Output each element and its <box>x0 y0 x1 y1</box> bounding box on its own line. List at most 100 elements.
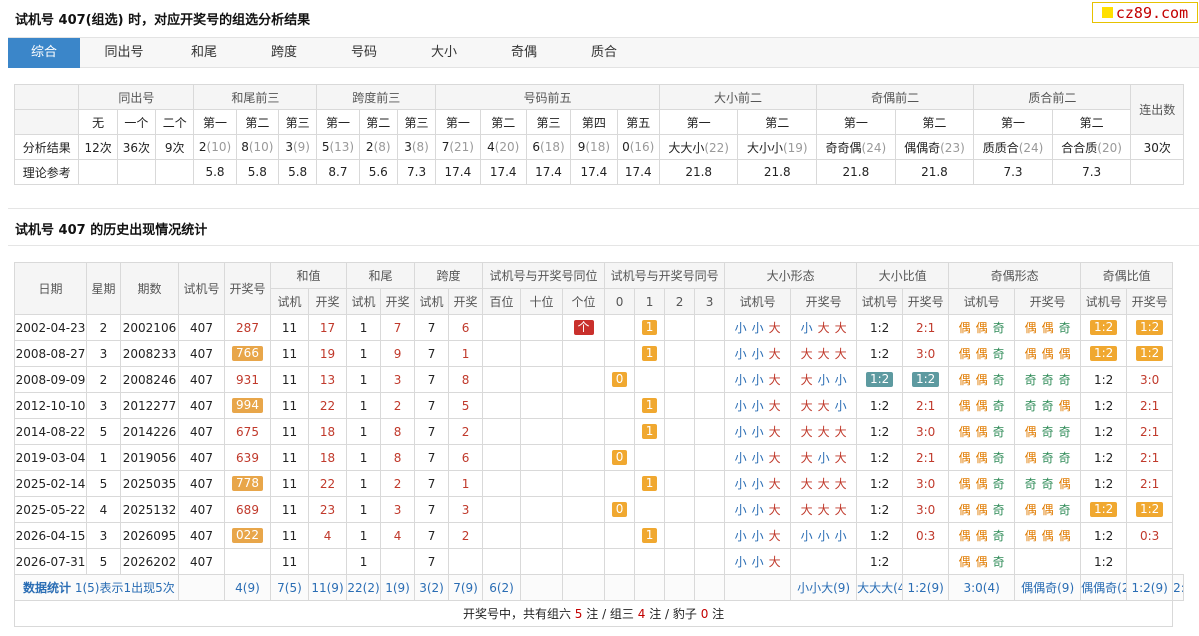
tab-7[interactable]: 质合 <box>568 38 640 68</box>
same-position-cell <box>482 496 522 523</box>
span-trial-cell: 7 <box>414 418 450 445</box>
sum-trial-cell: 11 <box>270 444 309 471</box>
sum-trial-cell: 11 <box>270 418 309 445</box>
result-count: (13) <box>329 140 355 154</box>
sum-trial-cell: 11 <box>270 392 309 419</box>
parity-ratio-trial: 1:2 <box>1080 470 1128 497</box>
result-value: 36次 <box>122 140 151 155</box>
theory-cell <box>116 159 157 185</box>
size-shape-draw: 大大小 <box>790 392 858 419</box>
same-number-cell: 1 <box>634 470 666 497</box>
sum-trial-cell: 11 <box>270 522 309 549</box>
size-shape-trial-char: 小 <box>734 555 747 569</box>
parity-shape-draw-char: 偶 <box>1041 347 1054 361</box>
parity-shape-draw: 偶偶偶 <box>1014 522 1082 549</box>
parity-shape-trial: 偶偶奇 <box>948 548 1016 575</box>
same-number-cell <box>694 548 726 575</box>
parity-shape-draw <box>1014 548 1082 575</box>
same-number-cell <box>634 444 666 471</box>
parity-ratio-draw-value: 2:1 <box>1139 450 1160 465</box>
sub-header: 开奖 <box>307 288 348 315</box>
parity-shape-trial-char: 奇 <box>992 477 1005 491</box>
result-cell: 8(10) <box>235 134 279 160</box>
draw-number-value: 931 <box>236 372 259 387</box>
same-number-cell <box>604 470 636 497</box>
summary-text: 注 <box>708 607 725 621</box>
tail-draw-cell: 4 <box>380 522 416 549</box>
stats-link[interactable]: 数据统计 <box>23 581 71 595</box>
trial-number-cell: 407 <box>178 444 225 471</box>
site-logo[interactable]: cz89.com <box>1092 2 1198 23</box>
result-cell: 2(10) <box>193 134 237 160</box>
same-number-cell <box>694 340 726 367</box>
tail-draw-cell <box>380 548 416 575</box>
span-draw-cell: 2 <box>448 418 484 445</box>
sum-trial-cell: 11 <box>270 366 309 393</box>
tab-6[interactable]: 奇偶 <box>488 38 560 68</box>
parity-ratio-draw <box>1126 548 1174 575</box>
draw-number-badge: 778 <box>232 476 263 491</box>
size-ratio-trial: 1:2 <box>856 314 904 341</box>
same-number-cell <box>664 366 696 393</box>
size-shape-trial-char: 小 <box>734 451 747 465</box>
size-shape-trial-char: 小 <box>751 425 764 439</box>
column-header: 星期 <box>86 262 121 315</box>
parity-shape-draw-char: 偶 <box>1024 425 1037 439</box>
stats-cell: 7(5) <box>270 574 309 601</box>
draw-number-badge: 766 <box>232 346 263 361</box>
size-ratio-trial-value: 1:2 <box>869 502 890 517</box>
tail-trial-cell: 1 <box>346 392 382 419</box>
result-count: (10) <box>248 140 274 154</box>
draw-number-cell: 287 <box>224 314 271 341</box>
parity-shape-draw-char: 奇 <box>1058 425 1071 439</box>
size-shape-draw-char: 大 <box>834 347 847 361</box>
same-position-cell <box>482 418 522 445</box>
parity-shape-draw-char: 偶 <box>1024 503 1037 517</box>
column-header: 日期 <box>14 262 87 315</box>
size-shape-trial: 小小大 <box>724 366 792 393</box>
row-label: 理论参考 <box>13 159 80 185</box>
size-ratio-trial: 1:2 <box>856 418 904 445</box>
parity-shape-draw-char: 奇 <box>1024 477 1037 491</box>
theory-cell: 21.8 <box>658 159 739 185</box>
issue-cell: 2014226 <box>120 418 179 445</box>
tail-trial-cell: 1 <box>346 418 382 445</box>
tab-1[interactable]: 同出号 <box>88 38 160 68</box>
parity-shape-trial: 偶偶奇 <box>948 392 1016 419</box>
sub-header: 第一 <box>193 109 237 135</box>
sub-header: 第三 <box>525 109 572 135</box>
theory-cell: 17.4 <box>435 159 481 185</box>
date-cell: 2014-08-22 <box>14 418 87 445</box>
date-cell: 2025-02-14 <box>14 470 87 497</box>
tab-3[interactable]: 跨度 <box>248 38 320 68</box>
weekday-cell: 2 <box>86 366 121 393</box>
size-shape-trial: 小小大 <box>724 470 792 497</box>
size-shape-draw-char: 大 <box>817 477 830 491</box>
sum-trial-cell: 11 <box>270 340 309 367</box>
tab-4[interactable]: 号码 <box>328 38 400 68</box>
sub-header: 百位 <box>482 288 522 315</box>
parity-shape-trial-char: 偶 <box>975 529 988 543</box>
size-ratio-trial: 1:2 <box>856 496 904 523</box>
same-number-cell <box>694 418 726 445</box>
result-count: (8) <box>373 140 391 154</box>
sub-header: 无 <box>78 109 118 135</box>
parity-shape-draw-char: 偶 <box>1024 321 1037 335</box>
same-position-cell <box>562 444 606 471</box>
tab-0[interactable]: 综合 <box>8 38 80 68</box>
issue-cell: 2026095 <box>120 522 179 549</box>
group-header: 质合前二 <box>973 84 1132 110</box>
tab-2[interactable]: 和尾 <box>168 38 240 68</box>
summary-text: 注 / 豹子 <box>645 607 701 621</box>
size-shape-trial-char: 小 <box>751 321 764 335</box>
size-shape-draw-char: 大 <box>834 503 847 517</box>
size-shape-trial-char: 大 <box>768 503 781 517</box>
size-shape-trial-char: 小 <box>734 529 747 543</box>
group-header: 号码前五 <box>435 84 660 110</box>
size-ratio-draw-value: 3:0 <box>915 346 936 361</box>
same-number-cell <box>664 444 696 471</box>
size-shape-draw-char: 大 <box>834 321 847 335</box>
result-cell: 3(9) <box>277 134 318 160</box>
parity-shape-trial: 偶偶奇 <box>948 496 1016 523</box>
tab-5[interactable]: 大小 <box>408 38 480 68</box>
